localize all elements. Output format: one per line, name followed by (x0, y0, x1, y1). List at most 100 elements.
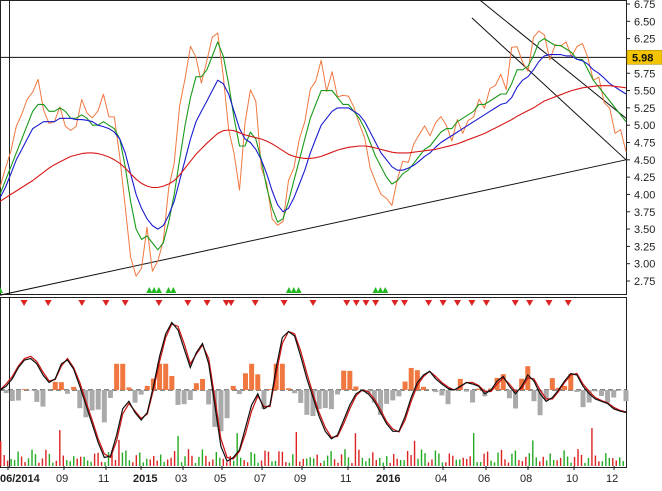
sell-signal-marker (203, 300, 211, 306)
histogram-bar (384, 390, 390, 404)
y-tick-label: 3.75 (634, 207, 655, 219)
volume-bar (187, 449, 190, 466)
sell-signal-marker (44, 300, 52, 306)
trendline (471, 17, 627, 161)
volume-bar (549, 453, 551, 466)
volume-bar (142, 462, 144, 466)
sell-signal-marker (564, 300, 572, 306)
sell-signal-marker (251, 300, 259, 306)
sell-signal-marker (511, 300, 519, 306)
volume-bar (121, 452, 124, 466)
buy-signal-marker (165, 287, 172, 293)
sell-signal-marker (155, 300, 163, 306)
histogram-bar (206, 390, 212, 405)
x-tick-label: 12 (606, 473, 618, 485)
y-tick-label: 5.75 (634, 68, 655, 80)
volume-bar (10, 458, 12, 466)
histogram-bar (22, 389, 28, 390)
sell-signal-marker (309, 300, 317, 306)
volume-bar (521, 461, 524, 466)
histogram-bar (347, 370, 353, 390)
histogram-bar (138, 390, 144, 395)
x-tick-label: 06/2014 (0, 473, 41, 485)
histogram-bar (445, 390, 451, 405)
volume-bar (292, 454, 294, 466)
histogram-bar (580, 390, 586, 408)
volume-bar (69, 461, 71, 466)
date-x-axis: 06/2014 09 11 2015 03 05 07 09 11 2016 04 06 08 10 12 (0, 466, 618, 485)
volume-bar (319, 462, 322, 466)
volume-bar (347, 457, 350, 466)
sell-signal-marker (453, 300, 461, 306)
volume-bar (514, 450, 517, 466)
histogram-bar (181, 390, 187, 405)
volume-bar (535, 457, 537, 466)
histogram-bar (328, 390, 334, 410)
sell-signal-marker (102, 300, 110, 306)
volume-bar (73, 456, 75, 466)
volume-bar (66, 460, 68, 466)
histogram-bar (40, 390, 46, 407)
volume-bar (135, 455, 138, 466)
volume-bar (511, 453, 513, 466)
volume-bar (532, 440, 534, 466)
volume-bar (159, 454, 162, 466)
y-tick-label: 5.50 (634, 86, 655, 98)
volume-bar (424, 453, 426, 466)
sell-signal-marker (526, 300, 534, 306)
histogram-bar (120, 363, 126, 390)
volume-bar (45, 449, 47, 466)
histogram-bar (175, 390, 181, 405)
buy-signal-marker (285, 287, 292, 293)
volume-bar (208, 461, 211, 466)
volume-bar (250, 452, 252, 466)
series-ma_mid-line (0, 54, 627, 230)
volume-bar (6, 460, 9, 466)
volume-bar (518, 460, 520, 466)
histogram-bar (353, 386, 359, 390)
volume-bar (479, 462, 482, 466)
volume-bar (48, 453, 51, 466)
y-tick-label: 4.50 (634, 155, 655, 167)
volume-bar (486, 451, 489, 466)
volume-bar (612, 458, 614, 466)
volume-bar (34, 454, 37, 466)
sell-signal-marker (545, 300, 553, 306)
histogram-bar (71, 386, 77, 390)
histogram-bar (378, 390, 384, 415)
volume-bar (556, 460, 558, 466)
histogram-bar (279, 363, 285, 390)
volume-bar (0, 441, 2, 466)
y-tick-label: 4.75 (634, 138, 655, 150)
volume-bar (264, 450, 266, 466)
x-tick-label: 05 (214, 473, 226, 485)
volume-bar (229, 455, 231, 466)
histogram-bar (433, 390, 439, 393)
trendline (0, 159, 627, 296)
volume-bar (55, 460, 58, 466)
volume-bar (552, 459, 555, 466)
volume-bar (281, 451, 284, 466)
histogram-bar (543, 390, 549, 400)
buy-signal-marker (146, 287, 153, 293)
histogram-bar (390, 390, 396, 401)
volume-bar (274, 460, 277, 466)
histogram-bar (623, 390, 629, 402)
volume-bar (253, 453, 256, 466)
volume-bar (594, 455, 597, 466)
x-tick-label: 09 (56, 473, 68, 485)
sell-signal-marker (439, 300, 447, 306)
volume-bar (125, 450, 127, 466)
volume-bar (62, 455, 64, 466)
volume-bar (118, 439, 120, 466)
x-tick-label: 08 (520, 473, 532, 485)
volume-bar (139, 452, 141, 466)
histogram-bar (506, 390, 512, 399)
histogram-bar (65, 390, 71, 394)
y-tick-label: 4.25 (634, 172, 655, 184)
volume-bar (434, 450, 437, 466)
volume-bar (340, 454, 343, 466)
histogram-bar (611, 390, 617, 398)
histogram-bar (58, 382, 64, 390)
volume-bar (149, 459, 151, 466)
